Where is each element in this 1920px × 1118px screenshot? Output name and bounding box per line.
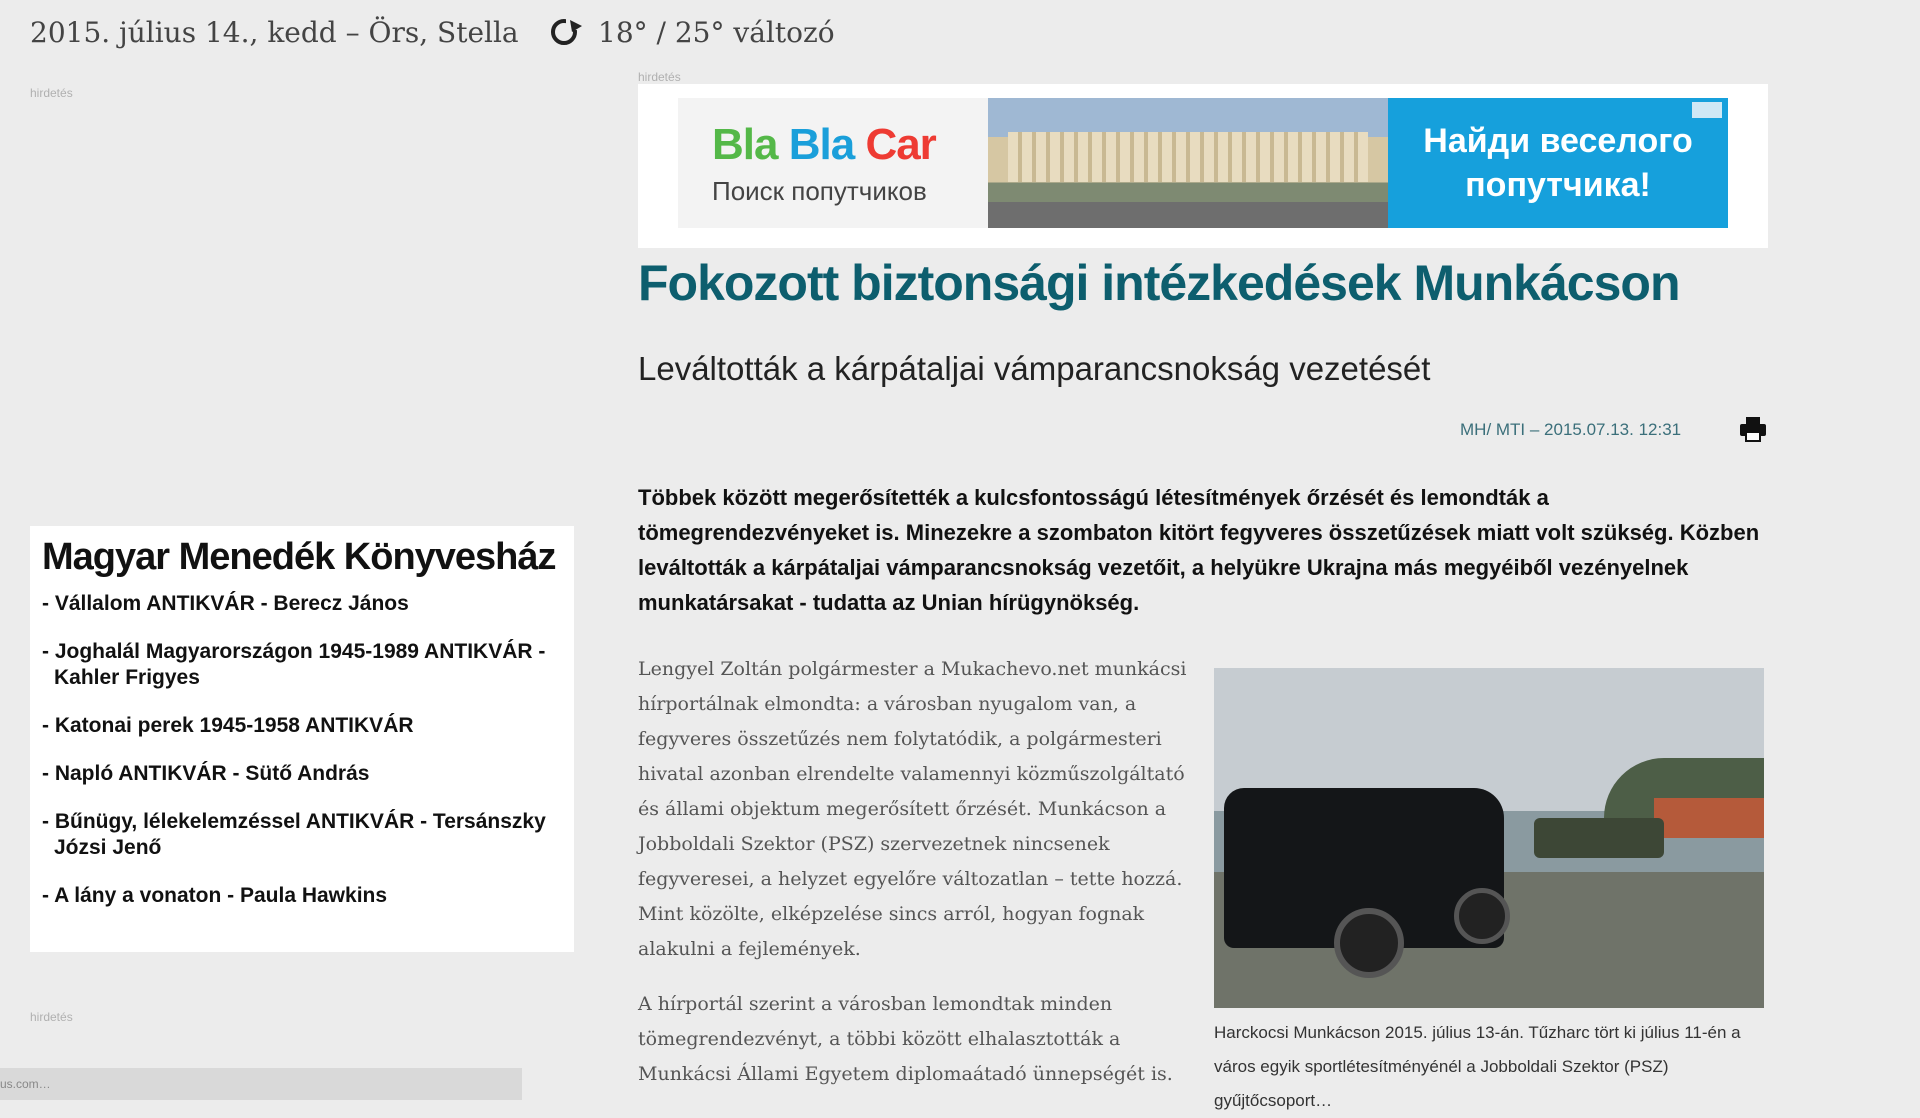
logo-part-1: Bla bbox=[712, 119, 778, 169]
photo-wheel bbox=[1454, 888, 1510, 944]
weather-widget[interactable]: 18° / 25° változó bbox=[548, 12, 835, 52]
figure-caption: Harckocsi Munkácson 2015. július 13-án. … bbox=[1214, 1023, 1741, 1110]
article-photo[interactable] bbox=[1214, 668, 1764, 1008]
logo-part-2: Bla bbox=[788, 119, 855, 169]
banner-cta-text: Найди веселого попутчика! bbox=[1423, 122, 1693, 204]
article-paragraph: Lengyel Zoltán polgármester a Mukachevo.… bbox=[638, 658, 1187, 960]
ad-label-left-bottom: hirdetés bbox=[30, 1010, 73, 1024]
status-bar-text: us.com… bbox=[0, 1077, 51, 1091]
book-link[interactable]: A lány a vonaton - Paula Hawkins bbox=[42, 883, 562, 909]
article-body: Lengyel Zoltán polgármester a Mukachevo.… bbox=[638, 652, 1198, 1112]
banner-building bbox=[1008, 132, 1368, 182]
bookstore-title[interactable]: Magyar Menedék Könyvesház bbox=[42, 536, 562, 579]
banner-subtitle: Поиск попутчиков bbox=[712, 175, 927, 206]
ad-label-banner: hirdetés bbox=[638, 70, 681, 84]
book-link[interactable]: Bűnügy, lélekelemzéssel ANTIKVÁR - Tersá… bbox=[42, 809, 562, 861]
banner-cta[interactable]: Найди веселого попутчика! bbox=[1388, 98, 1728, 228]
article-lead: Többek között megerősítették a kulcsfont… bbox=[638, 485, 1760, 615]
adchoices-icon[interactable] bbox=[1692, 102, 1722, 118]
article-figure: Harckocsi Munkácson 2015. július 13-án. … bbox=[1214, 668, 1764, 1118]
banner-brand-panel: Bla Bla Car Поиск попутчиков bbox=[678, 98, 988, 228]
blablacar-logo: Bla Bla Car bbox=[712, 120, 988, 170]
banner-city-photo bbox=[988, 98, 1388, 228]
photo-wheel bbox=[1334, 908, 1404, 978]
book-list: Vállalom ANTIKVÁR - Berecz János Joghalá… bbox=[42, 591, 562, 909]
book-link[interactable]: Vállalom ANTIKVÁR - Berecz János bbox=[42, 591, 562, 617]
status-bar: us.com… bbox=[0, 1068, 522, 1100]
logo-part-3: Car bbox=[865, 119, 936, 169]
photo-building bbox=[1654, 798, 1764, 838]
date-bar: 2015. július 14., kedd – Örs, Stella bbox=[30, 12, 519, 52]
bookstore-box: Magyar Menedék Könyvesház Vállalom ANTIK… bbox=[30, 526, 574, 952]
print-icon[interactable] bbox=[1738, 414, 1768, 444]
date-text: 2015. július 14., kedd – Örs, Stella bbox=[30, 15, 519, 49]
temperature-text: 18° / 25° változó bbox=[598, 15, 835, 49]
article-paragraph: A hírportál szerint a városban lemondtak… bbox=[638, 993, 1173, 1085]
banner-ad[interactable]: Bla Bla Car Поиск попутчиков Найди весел… bbox=[678, 98, 1728, 228]
book-link[interactable]: Katonai perek 1945-1958 ANTIKVÁR bbox=[42, 713, 562, 739]
book-link[interactable]: Napló ANTIKVÁR - Sütő András bbox=[42, 761, 562, 787]
article-byline: MH/ MTI – 2015.07.13. 12:31 bbox=[1460, 420, 1682, 439]
ad-label-left-top: hirdetés bbox=[30, 86, 73, 100]
article-subtitle: Leváltották a kárpátaljai vámparancsnoks… bbox=[638, 350, 1431, 387]
book-link[interactable]: Joghalál Magyarországon 1945-1989 ANTIKV… bbox=[42, 639, 562, 691]
weather-icon bbox=[551, 18, 582, 45]
banner-road bbox=[988, 202, 1388, 228]
banner-ad-container: Bla Bla Car Поиск попутчиков Найди весел… bbox=[638, 84, 1768, 248]
article-title: Fokozott biztonsági intézkedések Munkács… bbox=[638, 255, 1681, 311]
photo-tank bbox=[1534, 818, 1664, 858]
